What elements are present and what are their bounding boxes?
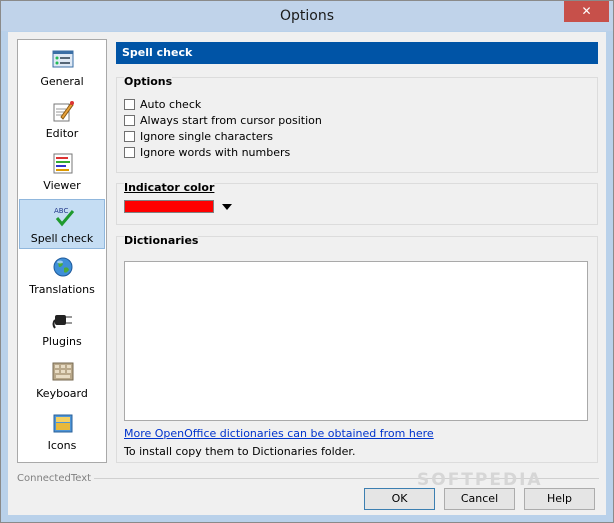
sidebar-item-plugins[interactable]: Plugins [19,303,105,353]
sidebar-item-spell-check[interactable]: ABC Spell check [19,199,105,249]
ok-button[interactable]: OK [364,488,435,510]
sidebar-item-general[interactable]: General [19,43,105,93]
sidebar-item-label: Translations [29,283,95,296]
sidebar-item-label: Plugins [42,335,82,348]
close-button[interactable]: ✕ [564,1,609,22]
panel-header: Spell check [116,42,598,64]
editor-icon [53,101,74,122]
checkbox-box[interactable] [124,147,135,158]
keyboard-icon [52,362,74,381]
sidebar-item-keyboard[interactable]: Keyboard [19,355,105,405]
sidebar-item-label: Icons [47,439,77,452]
sidebar-item-label: Spell check [30,232,94,245]
checkbox-box[interactable] [124,131,135,142]
window-title: Options [279,8,335,24]
watermark: SOFTPEDIA [417,470,543,490]
dictionaries-title: Dictionaries [124,234,199,247]
indicator-color-swatch[interactable] [124,200,214,213]
options-group: Options Auto check Always start from cur… [116,75,598,173]
help-button[interactable]: Help [524,488,595,510]
spell-check-icon-text: ABC [54,207,68,215]
dictionaries-list[interactable] [124,261,588,421]
chevron-down-icon[interactable] [222,204,232,210]
sidebar-item-label: Keyboard [36,387,88,400]
brand-label: ConnectedText [17,473,95,484]
folder-icon [53,414,73,433]
checkbox-label: Auto check [140,98,202,111]
indicator-color-title: Indicator color [124,181,215,194]
cancel-button[interactable]: Cancel [444,488,515,510]
sidebar-item-translations[interactable]: Translations [19,251,105,301]
plug-icon [52,315,72,329]
checkbox-box[interactable] [124,99,135,110]
close-icon: ✕ [581,4,592,18]
options-group-title: Options [124,75,173,88]
dictionaries-link[interactable]: More OpenOffice dictionaries can be obta… [124,427,434,440]
general-icon [52,50,74,68]
settings-panel: Spell check Options Auto check Always st… [114,39,599,464]
dialog-client: General Editor Viewer ABC Spell check Tr… [8,32,606,515]
checkbox-label: Ignore words with numbers [140,146,291,159]
sidebar-item-editor[interactable]: Editor [19,95,105,145]
spell-check-icon: ABC [54,207,75,227]
sidebar-item-icons[interactable]: Icons [19,407,105,457]
options-window: Options ✕ General Editor Viewer ABC Spel… [0,0,614,523]
dictionaries-note: To install copy them to Dictionaries fol… [124,445,356,458]
checkbox-label: Always start from cursor position [140,114,322,127]
checkbox-label: Ignore single characters [140,130,273,143]
sidebar-item-label: Editor [45,127,79,140]
checkbox-box[interactable] [124,115,135,126]
sidebar-item-label: General [40,75,84,88]
viewer-icon [53,153,73,174]
sidebar-item-viewer[interactable]: Viewer [19,147,105,197]
sidebar-item-label: Viewer [43,179,81,192]
category-list: General Editor Viewer ABC Spell check Tr… [17,39,107,463]
globe-icon [53,257,73,277]
title-bar[interactable]: Options ✕ [1,1,613,31]
